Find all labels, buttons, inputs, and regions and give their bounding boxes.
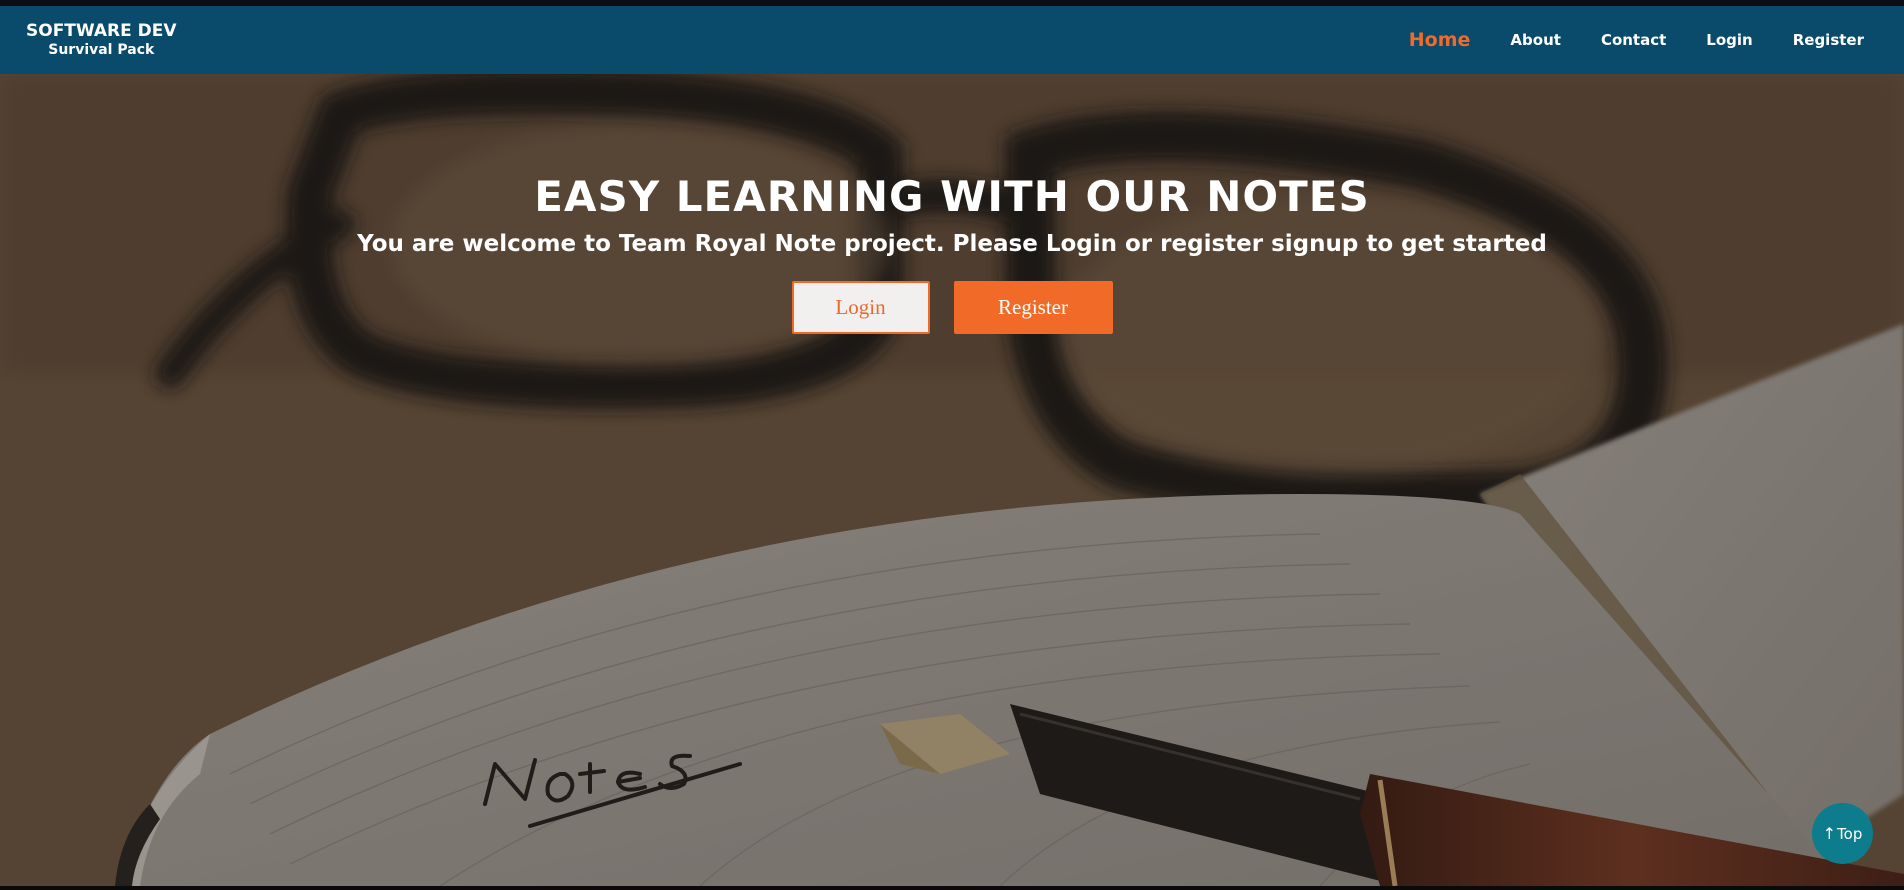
page: SOFTWARE DEV Survival Pack Home About Co… <box>0 0 1904 890</box>
brand-subtitle: Survival Pack <box>48 41 155 58</box>
scroll-top-button[interactable]: ↑ Top <box>1812 803 1873 864</box>
hero-buttons: Login Register <box>0 281 1904 334</box>
nav-link-register[interactable]: Register <box>1793 31 1864 49</box>
hero-content: EASY LEARNING WITH OUR NOTES You are wel… <box>0 172 1904 334</box>
nav-link-login[interactable]: Login <box>1706 31 1752 49</box>
scroll-top-label: Top <box>1837 824 1863 843</box>
navbar: SOFTWARE DEV Survival Pack Home About Co… <box>0 6 1904 74</box>
hero-register-button[interactable]: Register <box>953 281 1113 334</box>
arrow-up-icon: ↑ <box>1822 824 1837 843</box>
hero-section: EASY LEARNING WITH OUR NOTES You are wel… <box>0 74 1904 886</box>
hero-subtitle: You are welcome to Team Royal Note proje… <box>357 231 1547 257</box>
brand-title: SOFTWARE DEV <box>26 20 177 41</box>
nav-link-about[interactable]: About <box>1510 31 1561 49</box>
hero-login-button[interactable]: Login <box>791 281 930 334</box>
nav-link-contact[interactable]: Contact <box>1601 31 1666 49</box>
hero-title: EASY LEARNING WITH OUR NOTES <box>534 172 1370 221</box>
brand-logo[interactable]: SOFTWARE DEV Survival Pack <box>26 21 177 60</box>
nav-link-home[interactable]: Home <box>1409 29 1471 51</box>
bottom-strip <box>0 886 1904 890</box>
nav-links: Home About Contact Login Register <box>1369 29 1864 51</box>
